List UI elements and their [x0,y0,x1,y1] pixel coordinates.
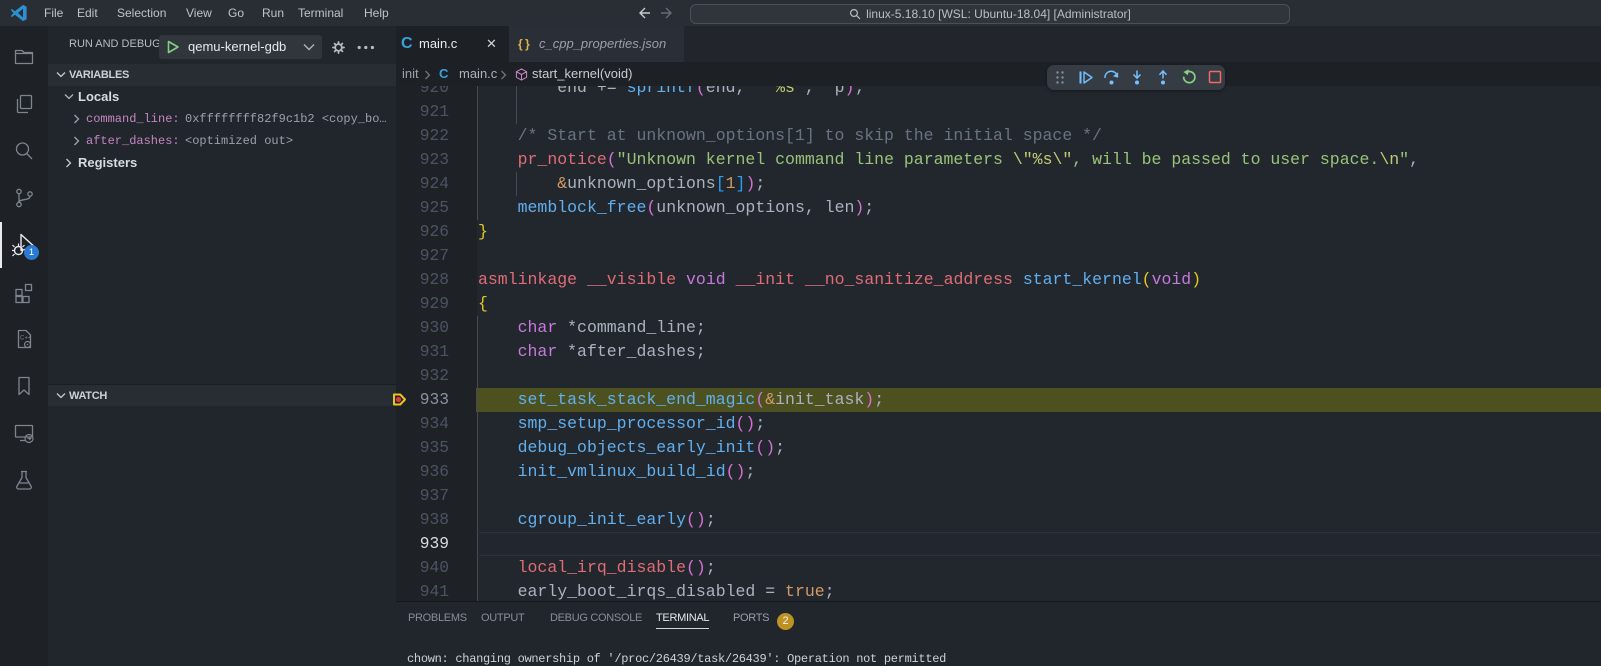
svg-text:C++: C++ [20,336,32,342]
